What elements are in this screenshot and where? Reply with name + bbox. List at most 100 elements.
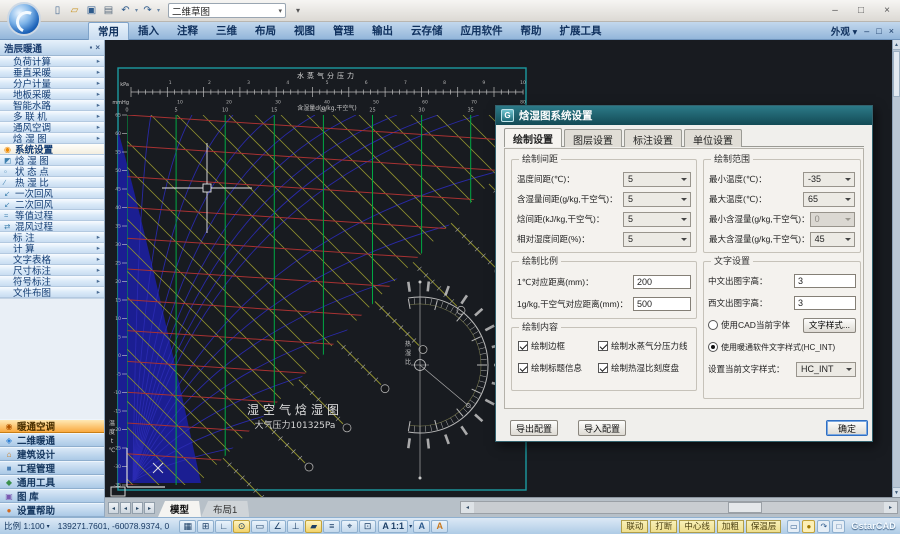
object-track-icon[interactable]: ∠ <box>269 520 286 533</box>
grid-icon[interactable]: ⊞ <box>197 520 214 533</box>
ribbon-tab[interactable]: 输出 <box>363 22 402 40</box>
print-icon[interactable]: ▤ <box>101 3 116 18</box>
workspace-combo[interactable]: 二维草图 ▾ <box>168 3 286 18</box>
dropdown[interactable]: 65 <box>803 192 855 207</box>
vertical-scrollbar[interactable]: ▲ ▼ <box>892 40 900 497</box>
layout-nav-icon[interactable]: ▸ <box>132 502 143 514</box>
annotation-scale-button[interactable]: A 1:1 ▾ A A <box>378 520 448 533</box>
annotation-visibility-icon[interactable]: A <box>413 520 430 533</box>
layout-nav-icon[interactable]: ▸ <box>144 502 155 514</box>
en-height-input[interactable]: 3 <box>794 296 856 310</box>
vscroll-thumb[interactable] <box>893 51 900 97</box>
snap-icon[interactable]: ▦ <box>179 520 196 533</box>
new-file-icon[interactable]: ▯ <box>50 3 65 18</box>
layout-tab[interactable]: 模型 <box>158 501 201 517</box>
ribbon-tab[interactable]: 三维 <box>207 22 246 40</box>
ribbon-tab[interactable]: 布局 <box>246 22 285 40</box>
scroll-left-icon[interactable]: ◂ <box>461 502 474 513</box>
polar-icon[interactable]: ⊙ <box>233 520 250 533</box>
ribbon-tab[interactable]: 管理 <box>324 22 363 40</box>
checkbox-item[interactable]: 绘制水蒸气分压力线 <box>598 340 690 352</box>
dialog-tab[interactable]: 单位设置 <box>684 129 742 147</box>
lineweight-icon[interactable]: ≡ <box>323 520 340 533</box>
ortho-icon[interactable]: ∟ <box>215 520 232 533</box>
ribbon-restore-button[interactable]: □ <box>876 26 881 36</box>
ribbon-minimize-button[interactable]: – <box>864 26 869 36</box>
undo-icon[interactable]: ↶ <box>118 3 133 18</box>
selection-cycle-icon[interactable]: ⌖ <box>341 520 358 533</box>
ribbon-close-button[interactable]: × <box>889 26 894 36</box>
toggle-button[interactable]: 加粗 <box>717 520 744 533</box>
checkbox[interactable] <box>518 363 528 373</box>
text-input[interactable]: 200 <box>633 275 691 289</box>
layout-nav-icon[interactable]: ◂ <box>120 502 131 514</box>
scroll-up-icon[interactable]: ▲ <box>893 40 900 50</box>
ribbon-tab[interactable]: 插入 <box>129 22 168 40</box>
appearance-dropdown[interactable]: 外观 ▾ <box>831 24 857 38</box>
ribbon-tab[interactable]: 帮助 <box>512 22 551 40</box>
monitor-icon[interactable]: ▭ <box>787 520 800 533</box>
ribbon-tab[interactable]: 注释 <box>168 22 207 40</box>
sidebar-category-6[interactable]: ●设置帮助 <box>0 503 104 517</box>
cn-height-input[interactable]: 3 <box>794 274 856 288</box>
checkbox[interactable] <box>518 341 528 351</box>
hscroll-thumb[interactable] <box>728 502 762 513</box>
dropdown[interactable]: 5 <box>623 212 691 227</box>
checkbox[interactable] <box>598 341 608 351</box>
sync-icon[interactable]: ↷ <box>817 520 830 533</box>
dialog-tab[interactable]: 图层设置 <box>564 129 622 147</box>
radio-use-cad-font[interactable] <box>708 320 718 330</box>
sidebar-category-hvac[interactable]: ◉暖通空调 <box>0 419 104 433</box>
checkbox-item[interactable]: 绘制边框 <box>518 340 598 352</box>
radio-use-hvac-style[interactable] <box>708 342 718 352</box>
ok-button[interactable]: 确定 <box>826 420 868 436</box>
undo-dropdown-icon[interactable]: ▾ <box>135 7 138 14</box>
dropdown[interactable]: 5 <box>623 192 691 207</box>
sidebar-category-2[interactable]: ⌂建筑设计 <box>0 447 104 461</box>
ribbon-tab[interactable]: 云存储 <box>402 22 452 40</box>
fullscreen-icon[interactable]: □ <box>832 520 845 533</box>
save-icon[interactable]: ▣ <box>84 3 99 18</box>
ribbon-tab[interactable]: 扩展工具 <box>551 22 611 40</box>
ribbon-tab[interactable]: 常用 <box>88 22 129 40</box>
dialog-tab[interactable]: 标注设置 <box>624 129 682 147</box>
ribbon-tab[interactable]: 应用软件 <box>452 22 512 40</box>
checkbox[interactable] <box>598 363 608 373</box>
dynamic-input-icon[interactable]: ▰ <box>305 520 322 533</box>
ribbon-tab[interactable]: 视图 <box>285 22 324 40</box>
object-snap-icon[interactable]: ▭ <box>251 520 268 533</box>
dropdown[interactable]: -35 <box>803 172 855 187</box>
annotation-auto-icon[interactable]: A <box>431 520 448 533</box>
toggle-button[interactable]: 保温层 <box>746 520 782 533</box>
sidebar-item[interactable]: 文件布图▸ <box>0 287 104 298</box>
text-style-button[interactable]: 文字样式... <box>803 318 856 333</box>
dropdown[interactable]: 5 <box>623 172 691 187</box>
horizontal-scrollbar[interactable]: ◂ ▸ <box>460 501 898 514</box>
open-file-icon[interactable]: ▱ <box>67 3 82 18</box>
close-panel-icon[interactable]: × <box>95 43 100 52</box>
pin-icon[interactable]: ▪ <box>89 43 92 52</box>
sidebar-category-4[interactable]: ◆通用工具 <box>0 475 104 489</box>
window-restore-button[interactable]: □ <box>848 3 874 19</box>
hscroll-track[interactable] <box>474 502 884 513</box>
window-close-button[interactable]: × <box>874 3 900 19</box>
toggle-button[interactable]: 打断 <box>650 520 677 533</box>
lightbulb-icon[interactable]: ● <box>802 520 815 533</box>
sidebar-category-1[interactable]: ◈二维暖通 <box>0 433 104 447</box>
toggle-button[interactable]: 中心线 <box>679 520 715 533</box>
current-style-combo[interactable]: HC_INT <box>796 362 856 377</box>
layout-nav-icon[interactable]: ◂ <box>108 502 119 514</box>
dialog-tab[interactable]: 绘制设置 <box>504 128 562 147</box>
text-input[interactable]: 500 <box>633 297 691 311</box>
window-minimize-button[interactable]: – <box>822 3 848 19</box>
dropdown[interactable]: 5 <box>623 232 691 247</box>
dropdown[interactable]: 45 <box>810 232 855 247</box>
toggle-button[interactable]: 联动 <box>621 520 648 533</box>
checkbox-item[interactable]: 绘制热湿比刻度盘 <box>598 362 690 374</box>
sidebar-category-5[interactable]: ▣图 库 <box>0 489 104 503</box>
app-logo-icon[interactable] <box>7 2 41 36</box>
dynamic-ucs-icon[interactable]: ⊥ <box>287 520 304 533</box>
redo-icon[interactable]: ↷ <box>140 3 155 18</box>
quick-view-icon[interactable]: ⊡ <box>359 520 376 533</box>
export-config-button[interactable]: 导出配置 <box>510 420 558 436</box>
